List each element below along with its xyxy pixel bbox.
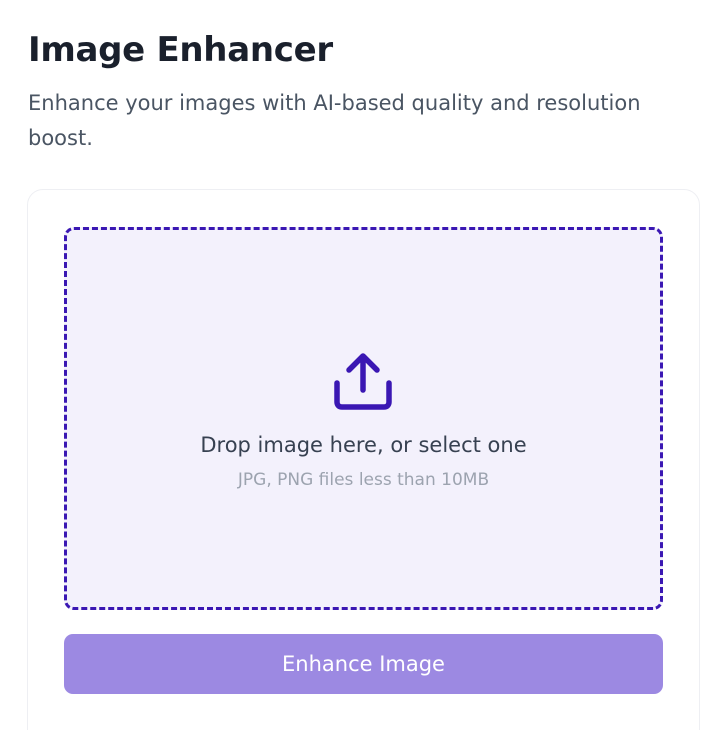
enhance-image-button[interactable]: Enhance Image (64, 634, 663, 694)
upload-card: Drop image here, or select one JPG, PNG … (27, 189, 700, 730)
image-dropzone[interactable]: Drop image here, or select one JPG, PNG … (64, 227, 663, 610)
upload-icon (334, 353, 392, 410)
dropzone-hint: JPG, PNG files less than 10MB (237, 470, 490, 490)
dropzone-label: Drop image here, or select one (200, 433, 527, 457)
page-title: Image Enhancer (28, 30, 333, 70)
image-enhancer-page: Image Enhancer Enhance your images with … (0, 0, 702, 730)
page-subtitle: Enhance your images with AI-based qualit… (28, 91, 641, 150)
